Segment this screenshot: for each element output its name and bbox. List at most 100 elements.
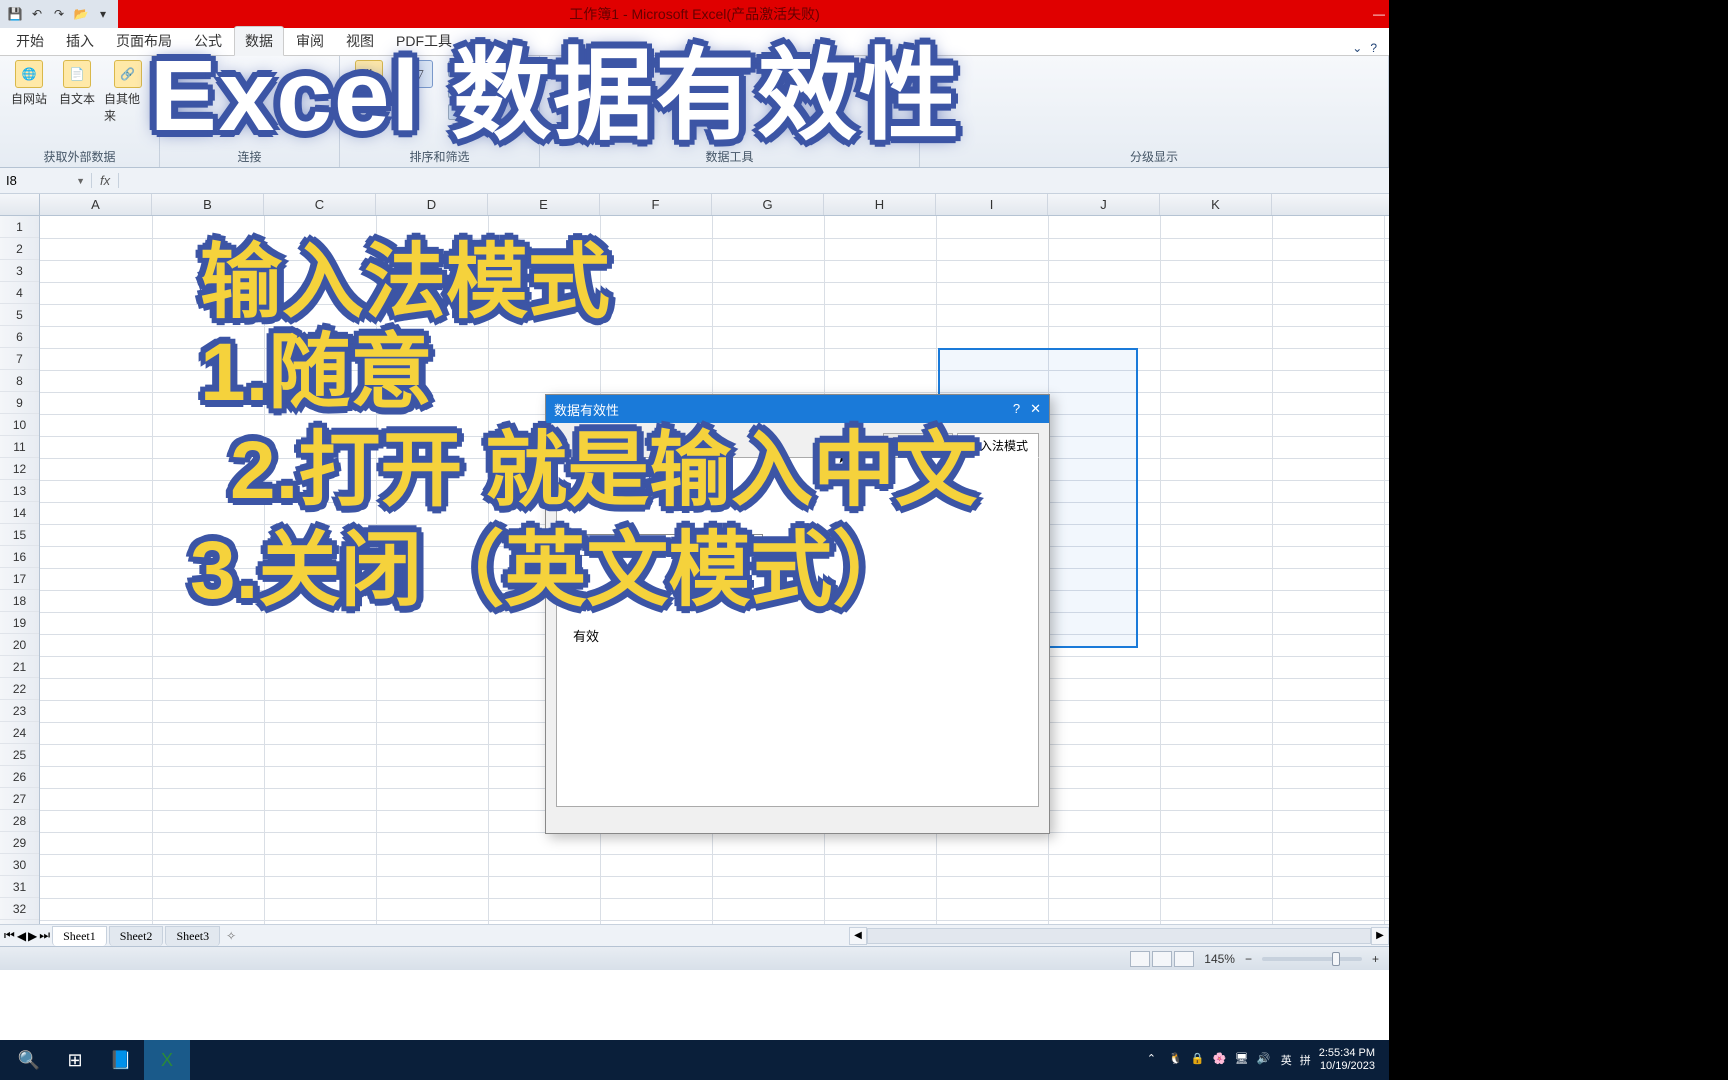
from-web-button[interactable]: 🌐自网站 <box>8 60 50 107</box>
col-header[interactable]: A <box>40 194 152 215</box>
tray-chevron-icon[interactable]: ⌃ <box>1147 1052 1163 1068</box>
spreadsheet-grid[interactable]: A B C D E F G H I J K 123456789101112131… <box>0 194 1389 924</box>
col-header[interactable]: B <box>152 194 264 215</box>
col-header[interactable]: C <box>264 194 376 215</box>
normal-view-button[interactable] <box>1130 951 1150 967</box>
sort-button[interactable]: ⇅ <box>348 60 390 88</box>
row-header[interactable]: 11 <box>0 436 39 458</box>
row-header[interactable]: 22 <box>0 678 39 700</box>
col-header[interactable]: F <box>600 194 712 215</box>
scroll-left-icon[interactable]: ◀ <box>849 927 867 945</box>
row-header[interactable]: 2 <box>0 238 39 260</box>
tab-formula[interactable]: 公式 <box>184 27 232 55</box>
row-header[interactable]: 32 <box>0 898 39 920</box>
row-header[interactable]: 10 <box>0 414 39 436</box>
row-header[interactable]: 30 <box>0 854 39 876</box>
row-header[interactable]: 29 <box>0 832 39 854</box>
advanced-filter-button[interactable]: 高 <box>448 102 480 121</box>
select-all-corner[interactable] <box>0 194 40 215</box>
sheet-nav-next-icon[interactable]: ▶ <box>28 929 37 943</box>
from-text-button[interactable]: 📄自文本 <box>56 60 98 107</box>
horizontal-scrollbar[interactable]: ◀ ▶ <box>849 927 1389 945</box>
start-button[interactable]: 🔍 <box>6 1040 52 1080</box>
ime-language-indicator[interactable]: 英 <box>1281 1052 1292 1068</box>
row-header[interactable]: 26 <box>0 766 39 788</box>
dialog-help-icon[interactable]: ? <box>1013 401 1020 417</box>
reapply-button[interactable] <box>448 81 480 99</box>
fx-icon[interactable]: fx <box>92 173 119 188</box>
tab-pdf[interactable]: PDF工具 <box>386 27 462 55</box>
row-header[interactable]: 28 <box>0 810 39 832</box>
row-header[interactable]: 24 <box>0 722 39 744</box>
row-header[interactable]: 13 <box>0 480 39 502</box>
tab-layout[interactable]: 页面布局 <box>106 27 182 55</box>
sheet-tab[interactable]: Sheet1 <box>52 926 107 946</box>
row-header[interactable]: 4 <box>0 282 39 304</box>
new-sheet-icon[interactable]: ✧ <box>226 929 236 943</box>
row-header[interactable]: 14 <box>0 502 39 524</box>
row-header[interactable]: 20 <box>0 634 39 656</box>
tab-insert[interactable]: 插入 <box>56 27 104 55</box>
tray-app-icon[interactable]: 🌸 <box>1213 1052 1229 1068</box>
sheet-nav-prev-icon[interactable]: ◀ <box>17 929 26 943</box>
taskbar-app[interactable]: 📘 <box>98 1040 144 1080</box>
save-icon[interactable]: 💾 <box>6 5 24 23</box>
row-header[interactable]: 8 <box>0 370 39 392</box>
row-header[interactable]: 23 <box>0 700 39 722</box>
row-header[interactable]: 17 <box>0 568 39 590</box>
network-icon[interactable]: 🖥 <box>1235 1052 1251 1068</box>
tray-app-icon[interactable]: 🔒 <box>1191 1052 1207 1068</box>
row-header[interactable]: 27 <box>0 788 39 810</box>
page-layout-view-button[interactable] <box>1152 951 1172 967</box>
zoom-out-button[interactable]: − <box>1245 952 1252 966</box>
row-header[interactable]: 7 <box>0 348 39 370</box>
row-header[interactable]: 1 <box>0 216 39 238</box>
row-header[interactable]: 25 <box>0 744 39 766</box>
row-header[interactable]: 19 <box>0 612 39 634</box>
row-header[interactable]: 12 <box>0 458 39 480</box>
col-header[interactable]: I <box>936 194 1048 215</box>
row-header[interactable]: 9 <box>0 392 39 414</box>
col-header[interactable]: J <box>1048 194 1160 215</box>
undo-icon[interactable]: ↶ <box>28 5 46 23</box>
tab-review[interactable]: 审阅 <box>286 27 334 55</box>
chevron-down-icon[interactable]: ▼ <box>76 176 85 186</box>
open-icon[interactable]: 📂 <box>72 5 90 23</box>
row-header[interactable]: 6 <box>0 326 39 348</box>
sheet-tab[interactable]: Sheet2 <box>109 926 164 946</box>
name-box[interactable]: I8 ▼ <box>0 173 92 188</box>
minimize-ribbon-icon[interactable]: ⌄ <box>1352 41 1362 55</box>
chevron-down-icon[interactable]: ▾ <box>742 537 758 553</box>
qat-dropdown-icon[interactable]: ▾ <box>94 5 112 23</box>
col-header[interactable]: D <box>376 194 488 215</box>
row-header[interactable]: 3 <box>0 260 39 282</box>
ime-mode-indicator[interactable]: 拼 <box>1300 1052 1311 1068</box>
col-header[interactable]: K <box>1160 194 1272 215</box>
tab-view[interactable]: 视图 <box>336 27 384 55</box>
dialog-tab-error-alert[interactable]: 出错警告 <box>883 433 953 458</box>
row-header[interactable]: 31 <box>0 876 39 898</box>
help-icon[interactable]: ? <box>1370 41 1377 55</box>
zoom-level[interactable]: 145% <box>1204 952 1235 966</box>
dialog-tab-ime-mode[interactable]: 输入法模式 <box>957 433 1039 458</box>
filter-button[interactable]: ▽ <box>398 60 440 88</box>
clear-filter-button[interactable] <box>448 60 480 78</box>
col-header[interactable]: H <box>824 194 936 215</box>
row-header[interactable]: 21 <box>0 656 39 678</box>
sheet-tab[interactable]: Sheet3 <box>165 926 220 946</box>
row-header[interactable]: 5 <box>0 304 39 326</box>
col-header[interactable]: E <box>488 194 600 215</box>
row-header[interactable]: 16 <box>0 546 39 568</box>
zoom-in-button[interactable]: + <box>1372 952 1379 966</box>
tab-home[interactable]: 开始 <box>6 27 54 55</box>
zoom-slider[interactable] <box>1262 957 1362 961</box>
tray-app-icon[interactable]: 🐧 <box>1169 1052 1185 1068</box>
task-view-button[interactable]: ⊞ <box>52 1040 98 1080</box>
page-break-view-button[interactable] <box>1174 951 1194 967</box>
taskbar-excel[interactable]: X <box>144 1040 190 1080</box>
col-header[interactable]: G <box>712 194 824 215</box>
from-other-button[interactable]: 🔗自其他来 <box>104 60 151 124</box>
row-header[interactable]: 18 <box>0 590 39 612</box>
volume-icon[interactable]: 🔊 <box>1257 1052 1273 1068</box>
tab-data[interactable]: 数据 <box>234 26 284 56</box>
